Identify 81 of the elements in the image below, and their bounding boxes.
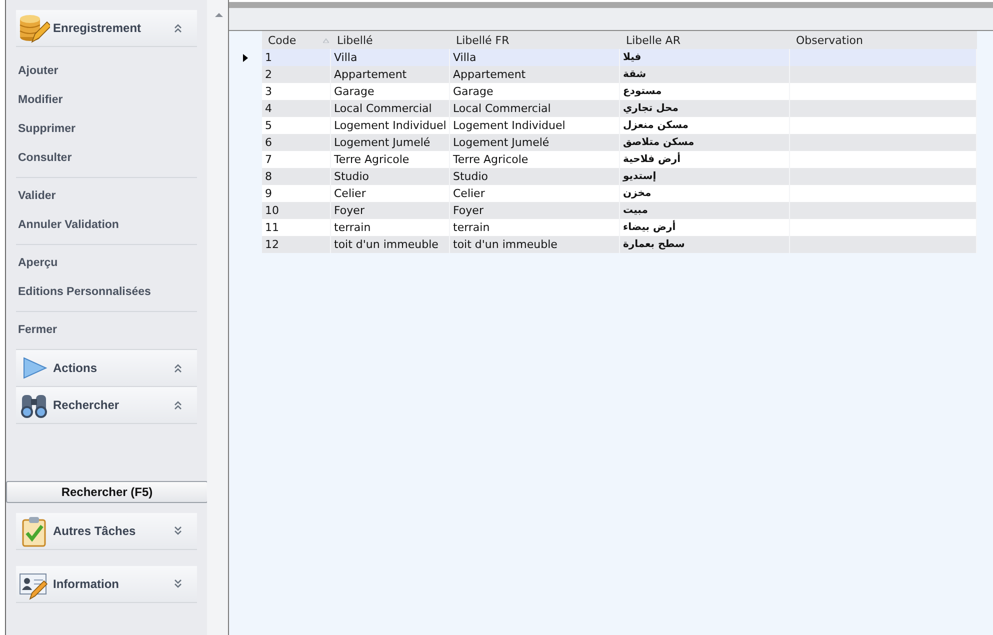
group-title: Rechercher [53,398,120,412]
column-header[interactable]: Code [262,31,331,49]
collapse-chevron-icon[interactable] [173,400,183,410]
table-cell: Foyer [450,202,620,219]
table-cell: Foyer [331,202,450,219]
table-cell: Terre Agricole [331,151,450,168]
group-header[interactable]: Actions [16,350,197,387]
table-cell: Villa [331,49,450,66]
table-cell: Garage [450,83,620,100]
menu-item[interactable]: Consulter [16,144,197,173]
table-cell: أرض فلاحية [620,151,790,168]
table-cell: 5 [262,117,331,134]
menu-item[interactable]: Ajouter [16,57,197,86]
expand-chevron-icon[interactable] [173,579,183,589]
table-cell: 12 [262,236,331,253]
table-cell: Garage [331,83,450,100]
column-header[interactable]: Libelle AR [620,31,790,49]
group-title: Information [53,577,120,591]
table-cell: terrain [450,219,620,236]
table-cell: 8 [262,168,331,185]
table-cell: toit d'un immeuble [450,236,620,253]
table-cell: مسكن منعزل [620,117,790,134]
table-cell: Local Commercial [450,100,620,117]
table-cell: مخزن [620,185,790,202]
table-cell: سطح بعمارة [620,236,790,253]
table-cell: Studio [450,168,620,185]
table-cell: 3 [262,83,331,100]
collapse-chevron-icon[interactable] [173,363,183,373]
table-cell: 11 [262,219,331,236]
group-title: Autres Tâches [53,524,137,538]
table-cell: Celier [450,185,620,202]
collapse-chevron-icon[interactable] [173,23,183,33]
scroll-up-icon[interactable] [215,12,223,17]
table-cell: Logement Individuel [331,117,450,134]
table-cell: 1 [262,49,331,66]
column-header[interactable]: Libellé FR [450,31,620,49]
table-cell: Villa [450,49,620,66]
row-pointer-icon [243,54,248,62]
group-header[interactable]: Information [16,566,197,603]
menu-item[interactable]: Editions Personnalisées [16,278,197,307]
expand-chevron-icon[interactable] [173,526,183,536]
table-cell: terrain [331,219,450,236]
table-cell: 9 [262,185,331,202]
table-cell: أرض بيضاء [620,219,790,236]
table-cell: 4 [262,100,331,117]
menu-item[interactable]: Fermer [16,316,197,345]
table-cell: Logement Jumelé [450,134,620,151]
table-cell: Studio [331,168,450,185]
group-title: Enregistrement [53,21,142,35]
menu-item[interactable]: Supprimer [16,115,197,144]
table-cell: Appartement [450,66,620,83]
table-cell: Terre Agricole [450,151,620,168]
table-cell: 10 [262,202,331,219]
table-cell: Celier [331,185,450,202]
table-cell: 2 [262,66,331,83]
table-cell: 7 [262,151,331,168]
table-cell: مستودع [620,83,790,100]
column-header[interactable]: Libellé [331,31,450,49]
table-cell: شقة [620,66,790,83]
menu-item[interactable]: Modifier [16,86,197,115]
table-cell: مسكن متلاصق [620,134,790,151]
table-cell: فيلا [620,49,790,66]
table-cell: Logement Jumelé [331,134,450,151]
menu-item[interactable]: Annuler Validation [16,211,197,240]
column-header[interactable]: Observation [790,31,977,49]
group-header[interactable]: Rechercher [16,387,197,424]
table-cell: Logement Individuel [450,117,620,134]
table-cell: محل تجاري [620,100,790,117]
menu-item[interactable]: Aperçu [16,249,197,278]
search-button[interactable]: Rechercher (F5) [6,481,208,503]
database-pencil-icon [18,12,50,44]
group-header[interactable]: Enregistrement [16,10,197,47]
menu-item[interactable]: Valider [16,182,197,211]
table-cell: مبيت [620,202,790,219]
table-cell: إستديو [620,168,790,185]
group-title: Actions [53,361,98,375]
table-cell: Appartement [331,66,450,83]
table-cell: Local Commercial [331,100,450,117]
group-header[interactable]: Autres Tâches [16,513,197,550]
table-cell: toit d'un immeuble [331,236,450,253]
table-cell: 6 [262,134,331,151]
